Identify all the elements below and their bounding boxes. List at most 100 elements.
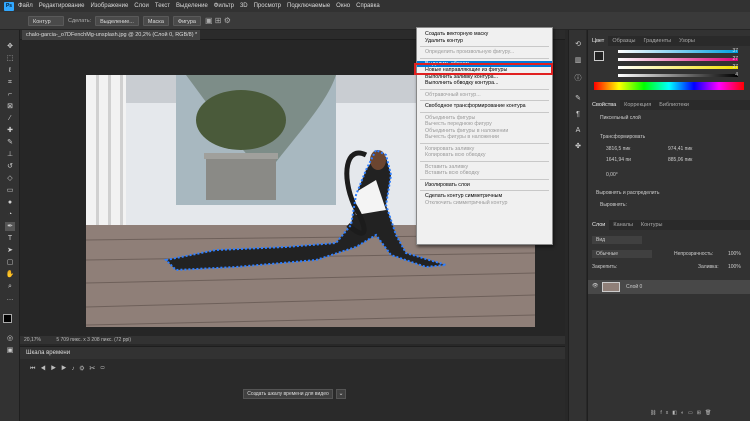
y-value[interactable]: 27: [722, 64, 738, 70]
dodge-tool-icon[interactable]: ◔: [5, 210, 15, 219]
first-frame-icon[interactable]: ⏮: [30, 366, 40, 372]
tab-libraries[interactable]: Библиотеки: [655, 100, 693, 110]
settings-icon[interactable]: ⚙: [79, 366, 89, 372]
tab-swatches[interactable]: Образцы: [608, 36, 639, 46]
m-slider[interactable]: [618, 58, 738, 61]
menu-item-4[interactable]: Текст: [155, 3, 170, 9]
create-timeline-button[interactable]: Создать шкалу времени для видео: [243, 389, 333, 399]
blur-tool-icon[interactable]: ●: [5, 198, 15, 207]
trash-icon[interactable]: 🗑: [705, 410, 715, 416]
c-value[interactable]: 37: [722, 48, 738, 54]
fill-value[interactable]: 100%: [728, 264, 741, 270]
k-slider[interactable]: [618, 74, 738, 77]
character-icon[interactable]: A: [573, 126, 583, 136]
info-icon[interactable]: ⓘ: [573, 74, 583, 84]
menu-item-6[interactable]: Фильтр: [214, 3, 234, 9]
menu-item-5[interactable]: Выделение: [176, 3, 208, 9]
foreground-color-swatch[interactable]: [3, 314, 12, 323]
move-tool-icon[interactable]: ✥: [5, 42, 15, 51]
context-menu-item[interactable]: Выполнить обводку контура...: [417, 80, 552, 87]
menu-item-8[interactable]: Просмотр: [254, 3, 281, 9]
screen-mode-icon[interactable]: ▣: [5, 346, 15, 355]
tab-gradients[interactable]: Градиенты: [639, 36, 675, 46]
menu-item-1[interactable]: Редактирование: [39, 3, 85, 9]
angle-field[interactable]: 0,00°: [606, 172, 618, 178]
zoom-tool-icon[interactable]: ⌕: [5, 282, 15, 291]
lasso-tool-icon[interactable]: ℓ: [5, 66, 15, 75]
timeline-dropdown-icon[interactable]: ⌄: [336, 389, 346, 399]
make-selection-button[interactable]: Выделение...: [95, 15, 139, 26]
object-select-tool-icon[interactable]: ⌗: [5, 78, 15, 87]
path-ops-icon[interactable]: ▣ ⊞ ⚙: [205, 16, 231, 25]
make-mask-button[interactable]: Маска: [142, 15, 169, 26]
y-field[interactable]: 885,06 пик: [668, 157, 692, 163]
menu-item-3[interactable]: Слои: [134, 3, 149, 9]
history-brush-tool-icon[interactable]: ↺: [5, 162, 15, 171]
menu-item-0[interactable]: Файл: [18, 3, 33, 9]
h-field[interactable]: 1641,94 пи: [606, 157, 631, 163]
eyedropper-tool-icon[interactable]: ⁄: [5, 114, 15, 123]
color-spectrum[interactable]: [594, 82, 744, 90]
x-field[interactable]: 974,41 пик: [668, 146, 692, 152]
stamp-tool-icon[interactable]: ⊥: [5, 150, 15, 159]
tab-patterns[interactable]: Узоры: [675, 36, 699, 46]
document-tab[interactable]: chalo-garcia-_o7DFenchMg-unsplash.jpg @ …: [22, 30, 200, 40]
menu-item-7[interactable]: 3D: [240, 3, 248, 9]
layer-name[interactable]: Слой 0: [626, 284, 642, 290]
new-layer-icon[interactable]: ⊞: [697, 410, 705, 416]
fg-swatch[interactable]: [594, 51, 604, 61]
healing-tool-icon[interactable]: ✚: [5, 126, 15, 135]
context-menu-item[interactable]: Свободное трансформирование контура: [417, 103, 552, 110]
fx-icon[interactable]: fx: [660, 410, 672, 416]
pen-tool-icon[interactable]: ✒: [5, 222, 15, 231]
glyph-icon[interactable]: ✤: [573, 142, 583, 152]
eraser-tool-icon[interactable]: ◇: [5, 174, 15, 183]
path-select-tool-icon[interactable]: ➤: [5, 246, 15, 255]
y-slider[interactable]: [618, 66, 738, 69]
layer-row[interactable]: 👁 Слой 0: [588, 280, 750, 294]
tab-channels[interactable]: Каналы: [609, 220, 637, 230]
opacity-value[interactable]: 100%: [728, 251, 741, 257]
context-menu-item[interactable]: Изолировать слои: [417, 182, 552, 189]
transition-icon[interactable]: ▭: [100, 366, 110, 372]
shape-tool-icon[interactable]: ▢: [5, 258, 15, 267]
tab-adjustments[interactable]: Коррекция: [620, 100, 655, 110]
menu-item-9[interactable]: Подключаемые: [287, 3, 330, 9]
next-frame-icon[interactable]: ▶: [61, 366, 71, 372]
k-value[interactable]: 4: [722, 72, 738, 78]
tab-layers[interactable]: Слои: [588, 220, 610, 230]
layer-search-select[interactable]: Вид: [592, 236, 642, 244]
gradient-tool-icon[interactable]: ▭: [5, 186, 15, 195]
paragraph-icon[interactable]: ¶: [573, 110, 583, 120]
m-value[interactable]: 27: [722, 56, 738, 62]
brush-tool-icon[interactable]: ✎: [5, 138, 15, 147]
type-tool-icon[interactable]: T: [5, 234, 15, 243]
mask-icon[interactable]: ◧: [672, 410, 681, 416]
tab-color[interactable]: Цвет: [588, 36, 609, 46]
make-shape-button[interactable]: Фигура: [172, 15, 201, 26]
history-icon[interactable]: ⟲: [573, 40, 583, 50]
split-icon[interactable]: ✂: [89, 366, 100, 372]
zoom-level[interactable]: 20,17%: [24, 337, 41, 343]
marquee-tool-icon[interactable]: ⬚: [5, 54, 15, 63]
context-menu-item[interactable]: Удалить контур: [417, 38, 552, 45]
tab-paths[interactable]: Контуры: [637, 220, 667, 230]
link-icon[interactable]: ⛓: [650, 410, 660, 416]
adjustment-layer-icon[interactable]: ◐: [681, 410, 688, 416]
eye-icon[interactable]: 👁: [592, 283, 598, 289]
play-icon[interactable]: ▶: [51, 366, 61, 372]
adjustments-icon[interactable]: ▥: [573, 56, 583, 66]
c-slider[interactable]: [618, 50, 738, 53]
tab-properties[interactable]: Свойства: [588, 100, 621, 110]
hand-tool-icon[interactable]: ✋: [5, 270, 15, 279]
menu-item-2[interactable]: Изображение: [90, 3, 128, 9]
frame-tool-icon[interactable]: ⊠: [5, 102, 15, 111]
w-field[interactable]: 3816,5 пик: [606, 146, 630, 152]
group-icon[interactable]: ▭: [688, 410, 697, 416]
menu-item-11[interactable]: Справка: [356, 3, 380, 9]
blend-mode-select[interactable]: Обычные: [592, 250, 652, 258]
quick-mask-icon[interactable]: ◎: [5, 334, 15, 343]
brush-panel-icon[interactable]: ✎: [573, 94, 583, 104]
prev-frame-icon[interactable]: ◀: [40, 366, 50, 372]
menu-item-10[interactable]: Окно: [336, 3, 350, 9]
